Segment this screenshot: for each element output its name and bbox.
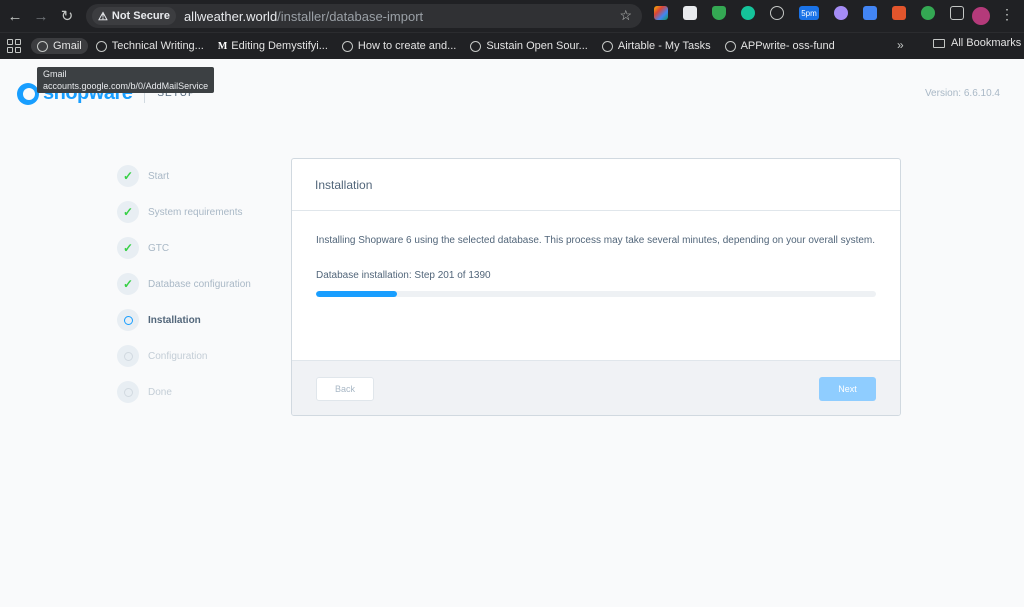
- profile-avatar[interactable]: [972, 7, 990, 25]
- check-icon: ✓: [117, 165, 139, 187]
- forward-arrow-icon[interactable]: →: [30, 5, 52, 27]
- step-start: ✓ Start: [117, 158, 251, 194]
- medium-icon: M: [217, 40, 228, 52]
- security-label: Not Secure: [111, 10, 170, 22]
- next-button[interactable]: Next: [819, 377, 876, 401]
- warning-icon: ⚠: [98, 10, 108, 23]
- extension-icon[interactable]: [654, 6, 668, 20]
- url-host: allweather.world: [183, 8, 278, 24]
- step-label: Start: [148, 170, 170, 182]
- bookmark-label: How to create and...: [357, 40, 457, 52]
- extension-icon[interactable]: [834, 6, 848, 20]
- extensions-area: 5pm: [654, 6, 979, 20]
- puzzle-icon[interactable]: [950, 6, 964, 20]
- step-configuration: Configuration: [117, 338, 251, 374]
- translate-icon[interactable]: [863, 6, 877, 20]
- pending-step-icon: [117, 345, 139, 367]
- card-title: Installation: [292, 159, 900, 211]
- bookmarks-bar: Gmail Technical Writing... M Editing Demy…: [0, 32, 1024, 59]
- bookmark-label: Airtable - My Tasks: [617, 40, 711, 52]
- extension-icon[interactable]: [921, 6, 935, 20]
- check-icon: ✓: [117, 273, 139, 295]
- check-icon: ✓: [117, 237, 139, 259]
- url-path: /installer/database-import: [277, 8, 424, 24]
- step-label: System requirements: [148, 206, 243, 218]
- bookmark-label: APPwrite- oss-fund: [740, 40, 835, 52]
- all-bookmarks-label: All Bookmarks: [951, 37, 1022, 49]
- bookmark-appwrite[interactable]: APPwrite- oss-fund: [719, 38, 841, 54]
- folder-icon: [933, 38, 945, 48]
- bookmark-sustain-open-source[interactable]: Sustain Open Sour...: [464, 38, 594, 54]
- check-icon: ✓: [117, 201, 139, 223]
- browser-toolbar: ← → ↻ ⚠ Not Secure allweather.world/inst…: [0, 0, 1024, 32]
- progress-fill: [316, 291, 398, 297]
- reload-icon[interactable]: ↻: [56, 5, 78, 27]
- more-menu-icon[interactable]: ⋮: [1000, 6, 1014, 23]
- more-bookmarks-icon[interactable]: »: [897, 38, 904, 52]
- all-bookmarks-button[interactable]: All Bookmarks: [933, 37, 1021, 49]
- globe-icon: [601, 40, 613, 52]
- tooltip-url: accounts.google.com/b/0/AddMailService: [43, 81, 209, 91]
- installation-description: Installing Shopware 6 using the selected…: [316, 235, 876, 246]
- apps-grid-icon[interactable]: [7, 39, 21, 53]
- step-done: Done: [117, 374, 251, 410]
- progress-label: Database installation: Step 201 of 1390: [316, 270, 491, 281]
- step-database-configuration: ✓ Database configuration: [117, 266, 251, 302]
- bookmark-label: Gmail: [53, 40, 82, 52]
- back-button[interactable]: Back: [316, 377, 374, 401]
- step-label: GTC: [148, 242, 170, 254]
- globe-icon: [341, 40, 353, 52]
- pending-step-icon: [117, 381, 139, 403]
- step-label: Installation: [148, 314, 201, 326]
- installer-steps: ✓ Start ✓ System requirements ✓ GTC ✓ Da…: [117, 158, 251, 410]
- grammarly-icon[interactable]: [741, 6, 755, 20]
- bookmark-editing-demystified[interactable]: M Editing Demystifyi...: [212, 38, 334, 54]
- back-arrow-icon[interactable]: ←: [4, 5, 26, 27]
- bookmark-label: Sustain Open Sour...: [486, 40, 588, 52]
- installation-card: Installation Installing Shopware 6 using…: [291, 158, 901, 416]
- address-bar[interactable]: ⚠ Not Secure allweather.world/installer/…: [86, 4, 642, 28]
- version-label: Version: 6.6.10.4: [924, 88, 1000, 99]
- bookmark-airtable[interactable]: Airtable - My Tasks: [596, 38, 717, 54]
- bookmark-label: Editing Demystifyi...: [231, 40, 328, 52]
- step-label: Done: [148, 386, 172, 398]
- globe-icon: [724, 40, 736, 52]
- clock-extension-icon[interactable]: 5pm: [799, 6, 819, 20]
- tooltip-title: Gmail: [43, 69, 67, 79]
- progress-bar: [316, 291, 876, 297]
- globe-icon: [470, 40, 482, 52]
- step-system-requirements: ✓ System requirements: [117, 194, 251, 230]
- globe-icon: [95, 40, 107, 52]
- bookmark-label: Technical Writing...: [111, 40, 204, 52]
- shield-extension-icon[interactable]: [712, 6, 726, 20]
- current-step-icon: [117, 309, 139, 331]
- extension-icon[interactable]: [683, 6, 697, 20]
- step-installation: Installation: [117, 302, 251, 338]
- react-devtools-icon[interactable]: [770, 6, 784, 20]
- bookmark-tooltip: Gmail accounts.google.com/b/0/AddMailSer…: [37, 67, 214, 93]
- step-gtc: ✓ GTC: [117, 230, 251, 266]
- bookmark-star-icon[interactable]: ☆: [619, 7, 632, 24]
- step-label: Database configuration: [148, 278, 251, 290]
- bookmark-gmail[interactable]: Gmail: [31, 38, 88, 54]
- card-footer: Back Next: [292, 360, 900, 415]
- bookmark-technical-writing[interactable]: Technical Writing...: [90, 38, 210, 54]
- shopware-logo-icon: [17, 82, 39, 105]
- card-body: Installing Shopware 6 using the selected…: [292, 211, 900, 360]
- security-chip[interactable]: ⚠ Not Secure: [92, 7, 176, 25]
- bookmark-how-to-create[interactable]: How to create and...: [336, 38, 462, 54]
- url-text[interactable]: allweather.world/installer/database-impo…: [184, 9, 423, 24]
- extension-icon[interactable]: [892, 6, 906, 20]
- step-label: Configuration: [148, 350, 208, 362]
- globe-icon: [37, 40, 48, 52]
